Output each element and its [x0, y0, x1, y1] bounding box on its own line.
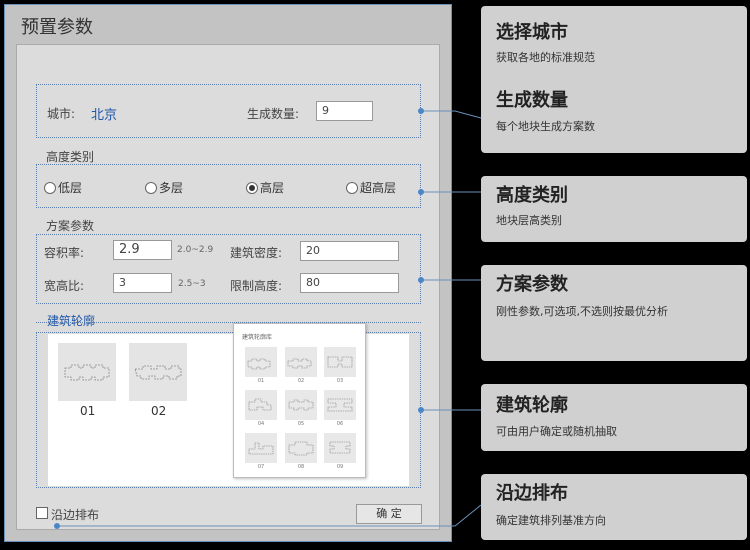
connector-dot: [418, 108, 424, 114]
connector-edge: [57, 504, 482, 527]
callout-connectors: [54, 108, 482, 529]
connector-dot: [418, 189, 424, 195]
connector-city: [421, 110, 482, 119]
connector-dot: [54, 523, 60, 529]
connector-dot: [418, 277, 424, 283]
connector-dot: [418, 407, 424, 413]
